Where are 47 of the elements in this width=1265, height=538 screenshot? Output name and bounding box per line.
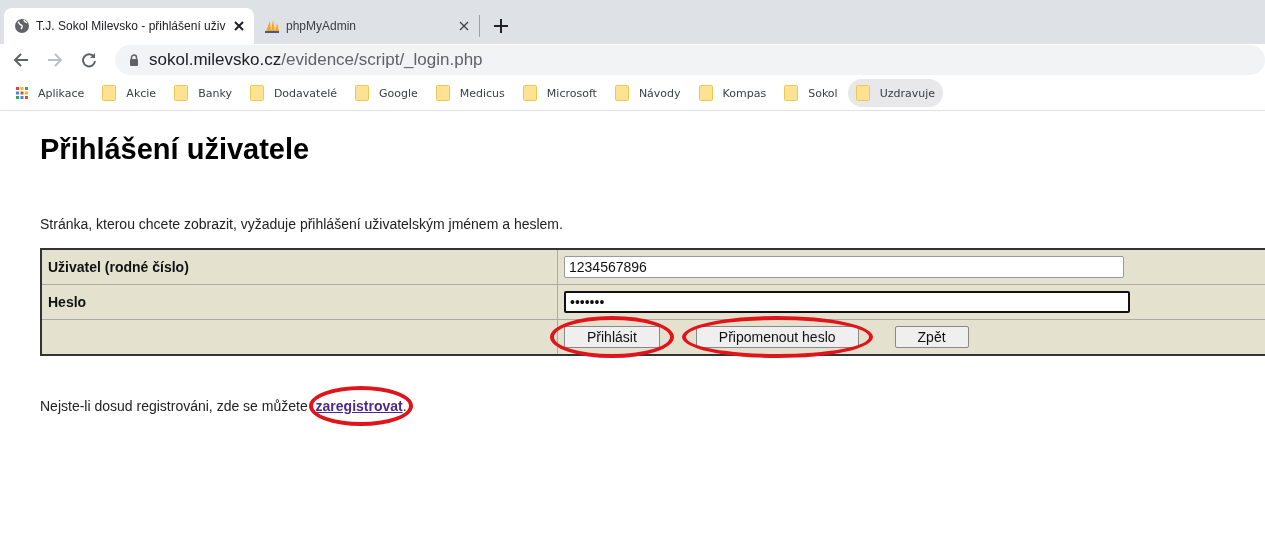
browser-tab[interactable]: T.J. Sokol Milevsko - přihlášení uživ [4,8,254,44]
bookmark[interactable]: Google [346,79,426,107]
text-input-field[interactable]: ••••••• [564,291,1130,313]
text-input-field[interactable]: 1234567896 [564,256,1124,278]
folder-icon [354,85,369,101]
folder-icon [698,85,713,101]
close-icon[interactable] [459,21,469,31]
intro-text: Stránka, kterou chcete zobrazit, vyžaduje přihlášení uživatelským jménem a heslem. [40,216,564,232]
address-bar[interactable]: sokol.milevsko.cz/evidence/script/_login.php [115,45,1265,75]
bookmark[interactable]: Medicus [427,79,513,107]
tab-title: T.J. Sokol Milevsko - přihlášení uživ [36,19,227,33]
folder-icon [522,85,537,101]
form-button[interactable]: Připomenout heslo [695,326,859,348]
bookmark[interactable]: Banky [166,79,240,107]
back-arrow-icon[interactable] [13,52,29,68]
bookmark[interactable]: Akcie [94,79,165,107]
note-text: Nejste-li dosud registrováni, zde se můžete [40,398,308,414]
register-link[interactable]: zaregistrovat [315,398,403,414]
bookmark[interactable]: Uzdravuje [847,79,944,107]
new-tab-icon[interactable] [494,19,508,33]
folder-icon [855,85,870,101]
note-period: . [402,398,407,414]
apps-grid-icon [16,87,28,99]
bookmark[interactable]: Návody [606,79,689,107]
bookmark[interactable]: Kompas [690,79,775,107]
browser-tab[interactable]: phpMyAdmin [254,8,479,44]
folder-icon [249,85,264,101]
folder-icon [435,85,450,101]
reload-icon[interactable] [81,52,97,68]
folder-icon [102,85,117,101]
folder-icon [784,85,799,101]
close-icon[interactable] [234,21,244,31]
bookmark[interactable]: Sokol [776,79,846,107]
globe-icon [14,18,30,34]
tab-title: phpMyAdmin [286,19,358,33]
page-heading: Přihlášení uživatele [40,133,311,166]
form-button[interactable]: Zpět [894,326,969,348]
form-button[interactable]: Přihlásit [564,326,660,348]
folder-icon [614,85,629,101]
lock-icon [129,54,139,66]
bookmark[interactable]: Dodavatelé [241,79,345,107]
url-text: sokol.milevsko.cz/evidence/script/_login.php [149,50,483,70]
folder-icon [174,85,189,101]
bookmark[interactable]: Aplikace [8,79,93,107]
bookmark[interactable]: Microsoft [514,79,605,107]
field-label: Uživatel (rodné číslo) [41,249,558,285]
field-label: Heslo [41,284,558,320]
